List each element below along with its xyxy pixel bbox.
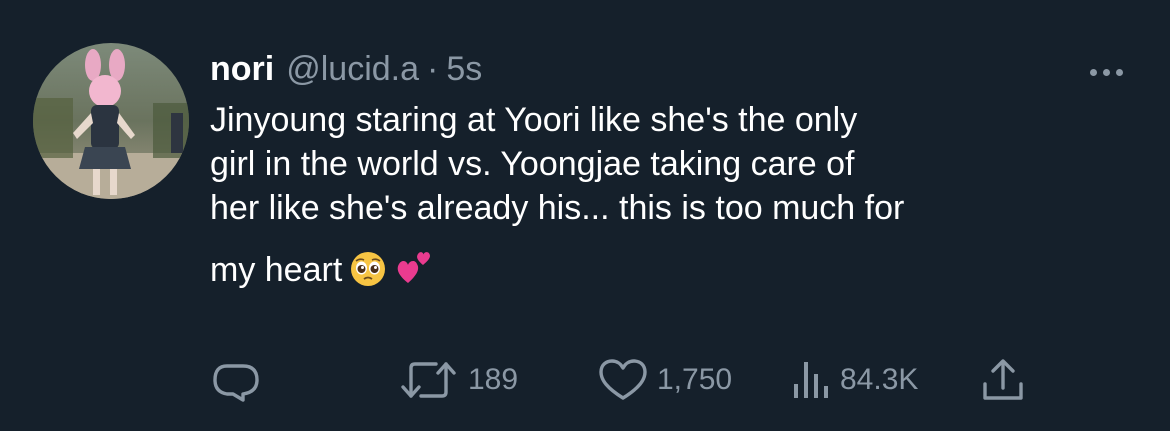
tweet-text-line: my heart	[210, 251, 343, 289]
more-options-icon[interactable]	[1090, 66, 1140, 78]
two-hearts-emoji-icon	[394, 249, 434, 298]
display-name[interactable]: nori	[210, 50, 274, 89]
tweet-header: nori @lucid.a · 5s	[210, 50, 482, 90]
tweet-text: Jinyoung staring at Yoori like she's the…	[210, 98, 1150, 298]
reply-icon	[213, 364, 259, 402]
views-icon	[794, 362, 828, 398]
share-button[interactable]	[978, 355, 1028, 405]
reply-button[interactable]	[209, 355, 263, 405]
action-bar: 189 1,750 84.3K	[0, 355, 1170, 405]
views-button[interactable]: 84.3K	[790, 355, 918, 405]
tweet-text-line: girl in the world vs. Yoongjae taking ca…	[210, 145, 855, 183]
separator: ·	[427, 50, 439, 88]
timestamp[interactable]: 5s	[446, 50, 482, 89]
tweet-text-line: Jinyoung staring at Yoori like she's the…	[210, 101, 858, 139]
tweet-text-line-last: my heart	[210, 248, 1150, 298]
heart-icon	[599, 359, 647, 400]
share-icon	[983, 359, 1023, 400]
retweet-count: 189	[468, 363, 519, 396]
user-handle[interactable]: @lucid.a	[286, 50, 419, 89]
avatar[interactable]	[33, 43, 189, 199]
retweet-icon	[401, 362, 456, 398]
tweet-text-line: her like she's already his... this is to…	[210, 189, 905, 227]
like-button[interactable]: 1,750	[597, 355, 732, 405]
views-count: 84.3K	[840, 363, 919, 396]
pleading-face-emoji-icon	[350, 251, 386, 298]
like-count: 1,750	[657, 363, 733, 396]
tweet[interactable]: nori @lucid.a · 5s Jinyoung staring at Y…	[0, 0, 1170, 431]
retweet-button[interactable]: 189	[398, 355, 518, 405]
avatar-image	[33, 43, 189, 199]
